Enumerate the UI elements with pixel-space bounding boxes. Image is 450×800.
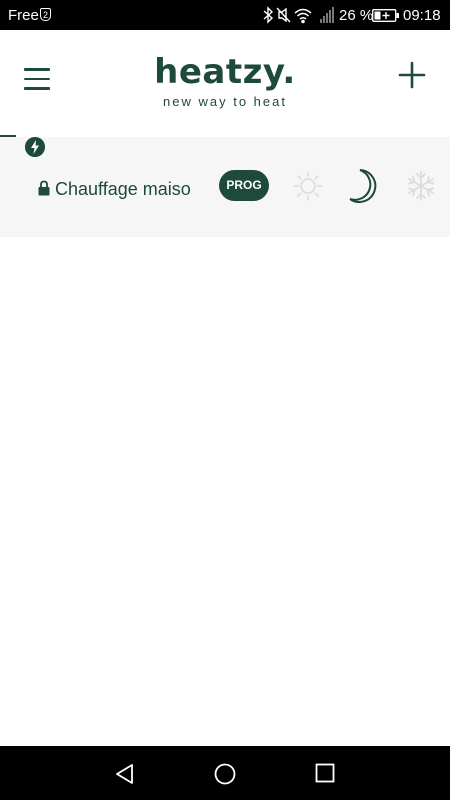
device-name[interactable]: Chauffage maiso [55, 179, 191, 200]
plus-icon[interactable] [397, 60, 427, 90]
carrier-name: Free [8, 7, 39, 24]
snowflake-icon[interactable] [405, 170, 437, 202]
battery-icon [372, 9, 399, 22]
sim-slot-icon: 2 [40, 8, 51, 21]
recents-square-icon[interactable] [315, 763, 335, 783]
back-triangle-icon[interactable] [114, 763, 136, 785]
clock: 09:18 [403, 7, 441, 24]
status-bar: Free 2 26 % 09:18 [0, 0, 450, 30]
home-circle-icon[interactable] [214, 763, 236, 785]
navigation-bar [0, 746, 450, 800]
app-logo: heatzy. new way to heat [0, 52, 450, 109]
prog-mode-button[interactable]: PROG [219, 170, 269, 201]
lightning-bolt-icon [25, 137, 45, 157]
moon-icon[interactable] [347, 168, 383, 204]
mute-icon [276, 7, 291, 23]
signal-icon [320, 7, 334, 23]
app-header: heatzy. new way to heat [0, 30, 450, 135]
lock-icon [38, 180, 50, 196]
brand-tagline: new way to heat [163, 94, 287, 109]
sun-icon[interactable] [292, 170, 324, 202]
brand-name: heatzy. [154, 52, 296, 92]
wifi-icon [294, 8, 312, 24]
battery-percent: 26 % [339, 7, 374, 24]
device-card[interactable]: Chauffage maiso PROG [0, 137, 450, 237]
bluetooth-icon [263, 6, 274, 24]
status-icons [263, 6, 334, 24]
